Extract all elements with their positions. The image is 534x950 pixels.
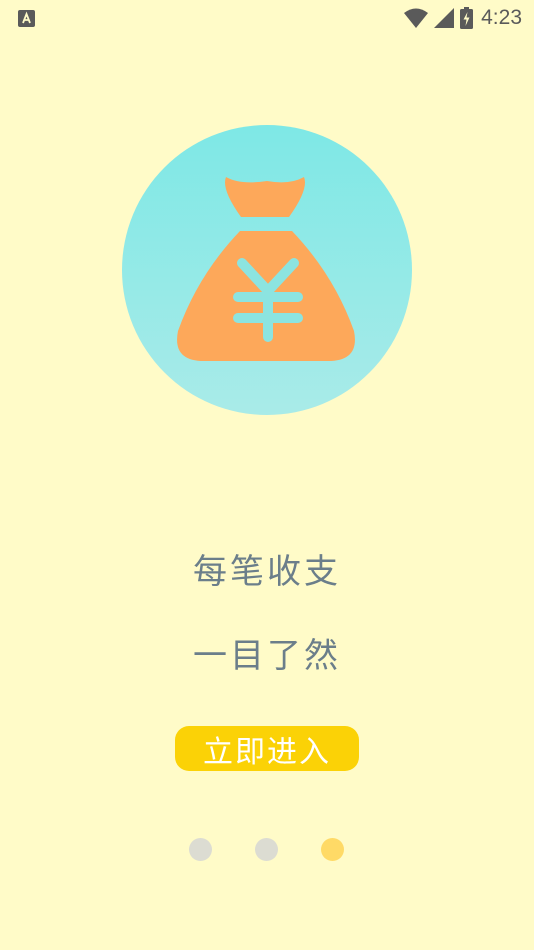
page-indicator-dot-1[interactable] (189, 838, 212, 861)
app-a-icon (18, 10, 35, 27)
headline-line-1: 每笔收支 (193, 552, 341, 592)
money-bag-yuan-icon (177, 177, 355, 361)
page-indicator-dot-3-active[interactable] (321, 838, 344, 861)
signal-icon (434, 8, 455, 28)
battery-charging-icon (460, 7, 474, 29)
wifi-icon (404, 8, 429, 28)
status-bar: 4:23 (0, 0, 534, 36)
enter-button[interactable]: 立即进入 (175, 726, 359, 771)
page-indicator-dot-2[interactable] (255, 838, 278, 861)
headline-line-2: 一目了然 (193, 636, 341, 676)
status-time: 4:23 (481, 6, 522, 29)
hero-circle (122, 125, 412, 415)
